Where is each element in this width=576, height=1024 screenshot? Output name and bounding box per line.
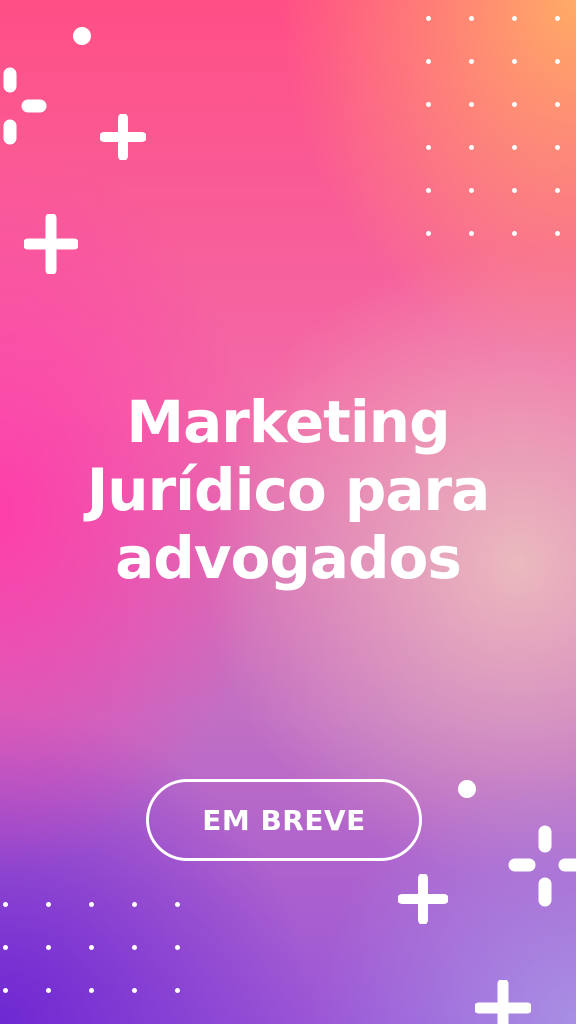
sparkle-burst-icon <box>508 825 576 907</box>
dot-grid-top-right <box>426 16 560 236</box>
headline: Marketing Jurídico para advogados <box>40 388 536 592</box>
headline-line-1: Marketing <box>126 388 450 456</box>
sparkle-burst-icon <box>3 67 47 145</box>
plus-sparkle-icon <box>398 874 448 924</box>
plus-sparkle-icon <box>100 114 146 160</box>
plus-sparkle-icon <box>475 980 531 1024</box>
circle-dot-icon <box>73 27 91 45</box>
dot-grid-bottom-left <box>3 902 180 993</box>
circle-dot-icon <box>458 780 476 798</box>
plus-sparkle-icon <box>24 214 78 274</box>
headline-line-2: Jurídico para <box>86 456 491 524</box>
headline-line-3: advogados <box>115 524 462 592</box>
em-breve-button[interactable]: EM BREVE <box>146 779 422 861</box>
